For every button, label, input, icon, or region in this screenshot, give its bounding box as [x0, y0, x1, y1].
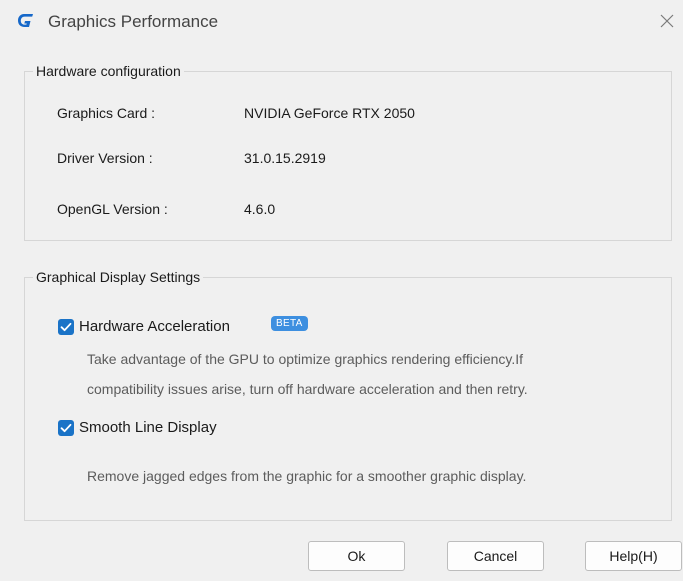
help-button[interactable]: Help(H)	[585, 541, 682, 571]
cancel-button[interactable]: Cancel	[447, 541, 544, 571]
graphics-performance-dialog: Graphics Performance Hardware configurat…	[0, 0, 683, 581]
beta-badge: BETA	[271, 316, 308, 331]
checkmark-icon	[60, 322, 72, 331]
hardware-acceleration-description-line2: compatibility issues arise, turn off har…	[87, 381, 528, 397]
smooth-line-display-checkbox[interactable]	[58, 419, 74, 436]
checkmark-icon	[60, 423, 72, 432]
title-bar: Graphics Performance	[0, 0, 683, 44]
smooth-line-display-checkbox-row[interactable]: Smooth Line Display	[58, 419, 217, 436]
close-icon[interactable]	[656, 10, 678, 32]
ok-button[interactable]: Ok	[308, 541, 405, 571]
hardware-acceleration-checkbox-row[interactable]: Hardware Acceleration	[58, 318, 230, 335]
hardware-acceleration-description-line1: Take advantage of the GPU to optimize gr…	[87, 351, 524, 367]
driver-version-value: 31.0.15.2919	[244, 150, 326, 166]
smooth-line-display-description: Remove jagged edges from the graphic for…	[87, 468, 527, 484]
hardware-configuration-group: Hardware configuration Graphics Card : N…	[24, 62, 672, 241]
app-logo-icon	[18, 14, 33, 27]
hardware-acceleration-label: Hardware Acceleration	[79, 318, 230, 335]
hardware-configuration-legend: Hardware configuration	[33, 62, 184, 80]
graphics-card-value: NVIDIA GeForce RTX 2050	[244, 105, 415, 121]
graphical-display-settings-legend: Graphical Display Settings	[33, 268, 204, 286]
graphical-display-settings-group: Graphical Display Settings Hardware Acce…	[24, 268, 672, 521]
opengl-version-value: 4.6.0	[244, 201, 276, 217]
driver-version-label: Driver Version :	[57, 150, 153, 166]
graphics-card-label: Graphics Card :	[57, 105, 156, 121]
window-title: Graphics Performance	[48, 12, 219, 31]
opengl-version-label: OpenGL Version :	[57, 201, 168, 217]
hardware-acceleration-checkbox[interactable]	[58, 318, 74, 335]
smooth-line-display-label: Smooth Line Display	[79, 419, 217, 436]
